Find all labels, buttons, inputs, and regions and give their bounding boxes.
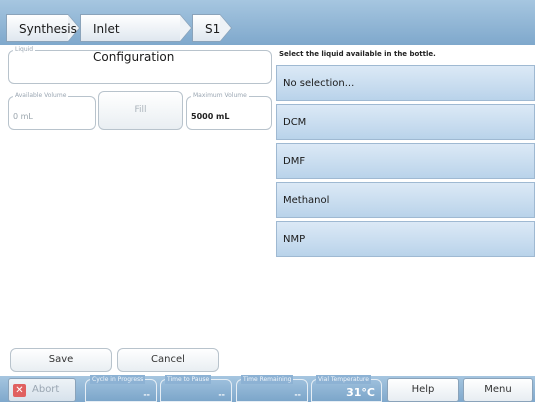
abort-label: Abort	[32, 384, 60, 395]
liquid-legend: Liquid	[13, 45, 36, 55]
option-methanol[interactable]: Methanol	[276, 182, 535, 218]
cycle-in-progress-value: --	[143, 390, 150, 399]
option-dcm[interactable]: DCM	[276, 104, 535, 140]
time-to-pause-field: Time to Pause --	[160, 375, 232, 402]
vial-temperature-legend: Vial Temperature	[316, 375, 371, 384]
instruction-text: Select the liquid available in the bottl…	[279, 50, 436, 58]
time-remaining-field: Time Remaining --	[236, 375, 308, 402]
save-button[interactable]: Save	[10, 348, 112, 372]
time-to-pause-value: --	[218, 390, 225, 399]
maximum-volume-legend: Maximum Volume	[191, 91, 249, 101]
fill-button[interactable]: Fill	[98, 91, 183, 130]
option-dmf[interactable]: DMF	[276, 143, 535, 179]
help-button[interactable]: Help	[387, 378, 459, 402]
available-volume-value: 0 mL	[13, 112, 33, 121]
time-remaining-legend: Time Remaining	[241, 375, 294, 384]
cycle-in-progress-legend: Cycle in Progress	[90, 375, 146, 384]
option-nmp[interactable]: NMP	[276, 221, 535, 257]
menu-button[interactable]: Menu	[463, 378, 533, 402]
vial-temperature-value: 31°C	[346, 386, 375, 399]
available-volume-legend: Available Volume	[13, 91, 69, 101]
breadcrumb-inlet-configuration[interactable]: Inlet Configuration	[80, 14, 192, 64]
breadcrumb-synthesis[interactable]: Synthesis	[6, 14, 80, 42]
abort-button[interactable]: ✕ Abort	[8, 378, 76, 402]
time-to-pause-legend: Time to Pause	[165, 375, 212, 384]
maximum-volume-value: 5000 mL	[191, 112, 230, 121]
cancel-button[interactable]: Cancel	[117, 348, 219, 372]
breadcrumb-s1[interactable]: S1	[192, 14, 232, 42]
time-remaining-value: --	[294, 390, 301, 399]
close-icon: ✕	[13, 384, 26, 397]
breadcrumb: Synthesis Inlet Configuration S1	[0, 0, 535, 64]
option-no-selection[interactable]: No selection...	[276, 65, 535, 101]
available-volume-field: Available Volume 0 mL	[8, 91, 96, 130]
maximum-volume-field[interactable]: Maximum Volume 5000 mL	[186, 91, 272, 130]
cycle-in-progress-field: Cycle in Progress --	[85, 375, 157, 402]
vial-temperature-field: Vial Temperature 31°C	[311, 375, 382, 402]
